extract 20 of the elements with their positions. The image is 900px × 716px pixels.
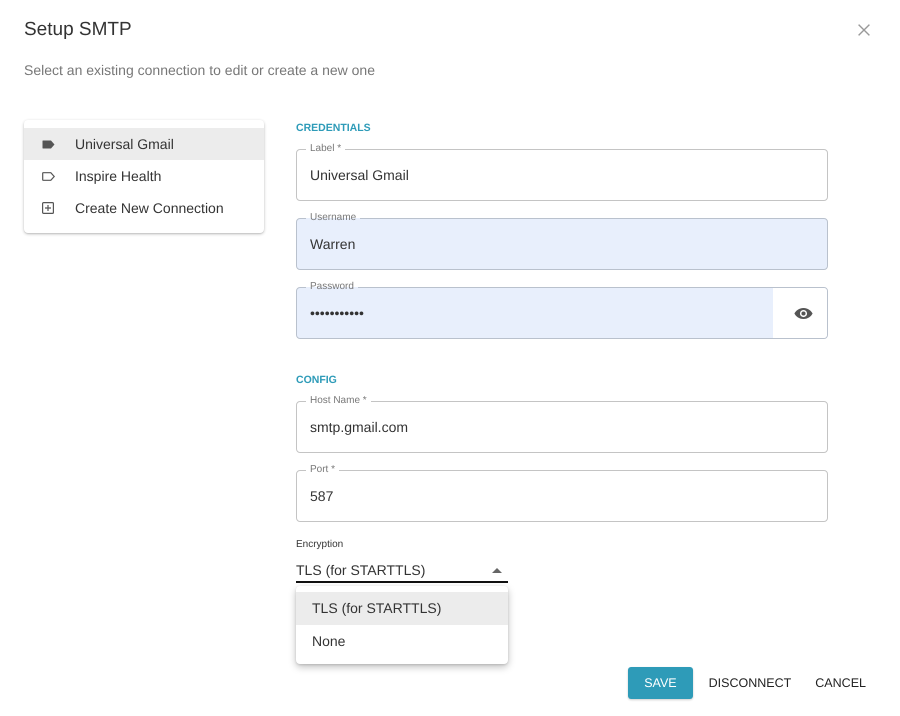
- section-heading: CONFIG: [296, 373, 338, 387]
- eye-icon: [794, 306, 812, 320]
- dialog-title: Setup SMTP: [24, 18, 132, 42]
- connection-item[interactable]: Universal Gmail: [24, 128, 264, 160]
- show-password-button[interactable]: [773, 288, 827, 338]
- connection-item[interactable]: Create New Connection: [24, 192, 264, 224]
- section-heading: CREDENTIALS: [296, 121, 372, 135]
- label-icon: [42, 172, 55, 180]
- label-icon: [42, 140, 55, 148]
- caret-icon: [492, 568, 502, 572]
- select-field[interactable]: TLS (for STARTTLS): [296, 559, 508, 583]
- menu-option[interactable]: None: [296, 625, 508, 658]
- dialog-subtitle: Select an existing connection to edit or create a new one: [24, 61, 376, 80]
- text-button[interactable]: CANCEL: [807, 667, 874, 699]
- connection-item[interactable]: Inspire Health: [24, 160, 264, 192]
- menu-option[interactable]: TLS (for STARTTLS): [296, 592, 508, 625]
- plus-box-icon: [42, 202, 54, 214]
- field-label: Encryption: [296, 539, 344, 551]
- close-icon: [858, 24, 870, 36]
- text-button[interactable]: DISCONNECT: [700, 667, 800, 699]
